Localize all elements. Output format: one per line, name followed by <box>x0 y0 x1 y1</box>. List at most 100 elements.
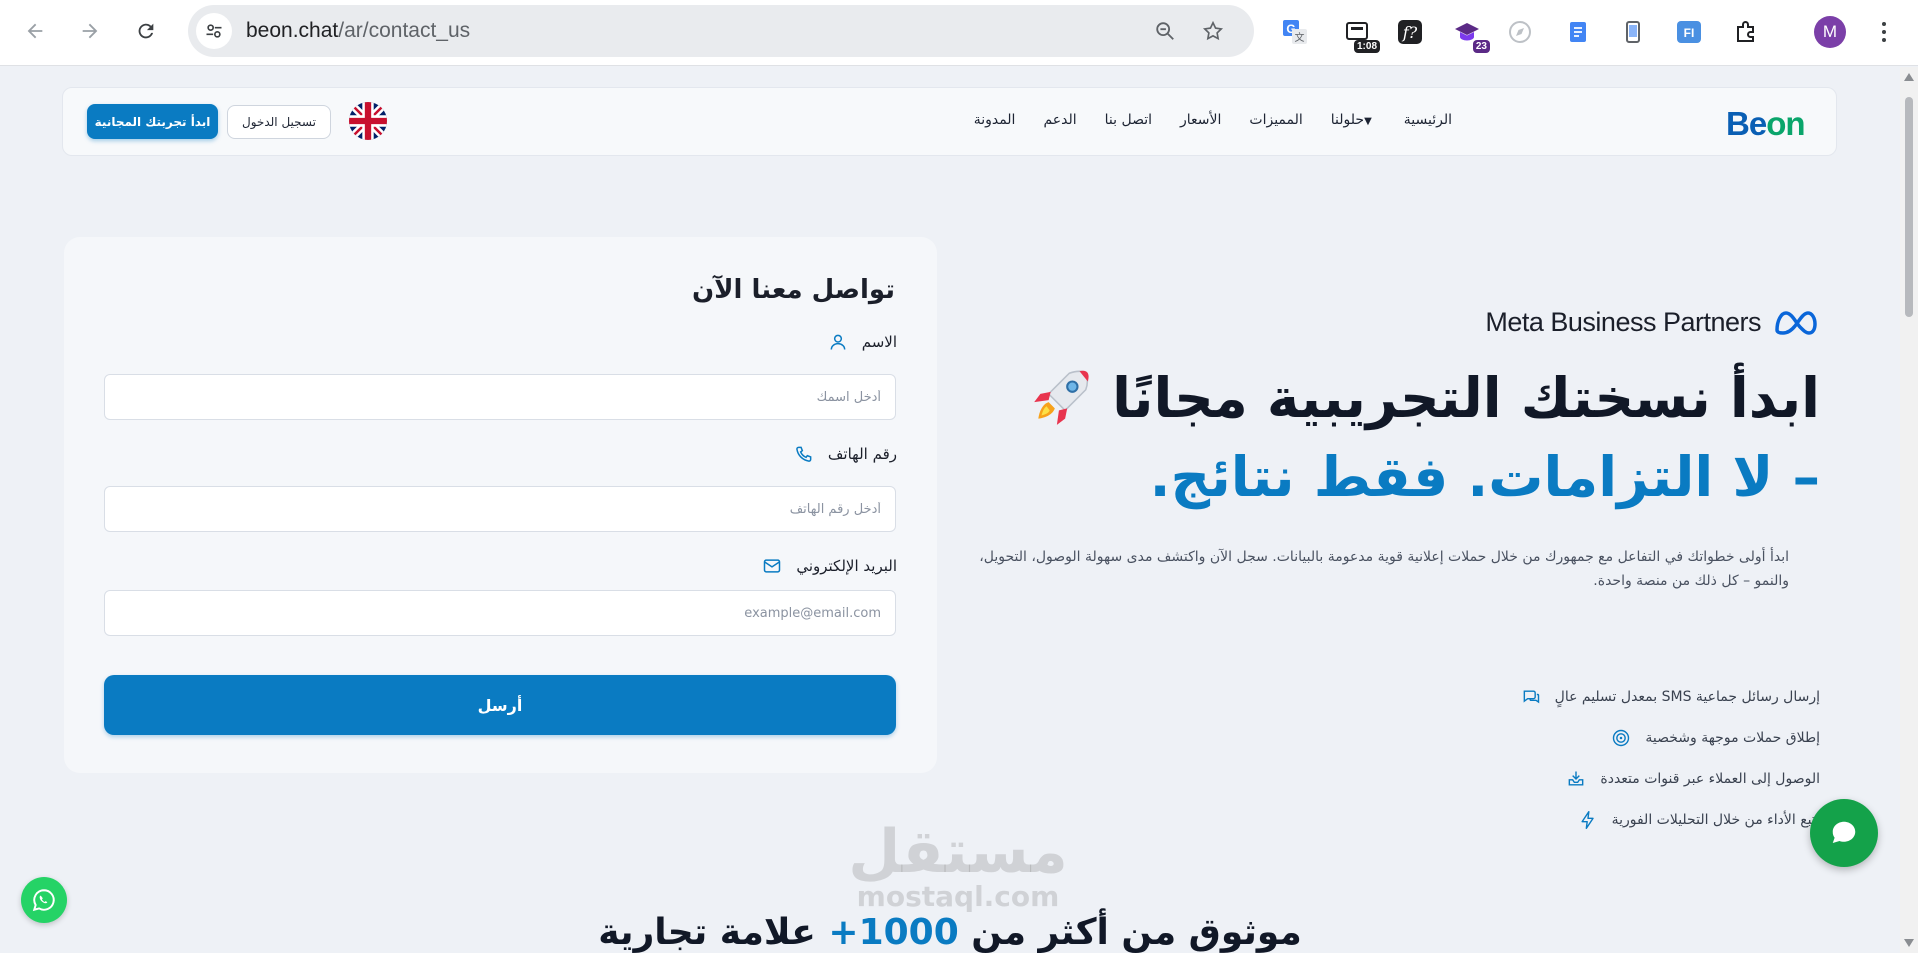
document-icon <box>1570 22 1586 42</box>
scroll-thumb[interactable] <box>1905 97 1913 317</box>
name-input[interactable] <box>104 374 896 420</box>
page-scrollbar[interactable] <box>1900 67 1918 953</box>
name-label-text: الاسم <box>861 333 897 351</box>
phone-label: رقم الهاتف <box>794 444 897 464</box>
graduation-badge: 23 <box>1472 40 1490 53</box>
nav-pricing[interactable]: الأسعار <box>1180 112 1221 128</box>
bookmark-star-icon[interactable] <box>1199 17 1227 45</box>
timer-badge: 1:08 <box>1353 40 1380 53</box>
logo-part-e: e <box>1748 105 1767 142</box>
extensions-button[interactable] <box>1729 15 1763 49</box>
feature-item: الوصول إلى العملاء عبر قنوات متعددة <box>1566 769 1820 789</box>
phone-icon <box>796 446 812 462</box>
device-extension[interactable] <box>1616 15 1650 49</box>
notes-extension[interactable] <box>1561 15 1595 49</box>
url-text[interactable]: beon.chat/ar/contact_us <box>246 19 470 43</box>
reload-button[interactable] <box>129 14 163 48</box>
timer-extension[interactable]: 1:08 <box>1340 15 1380 53</box>
arrow-left-icon <box>27 23 43 39</box>
compass-extension[interactable] <box>1503 15 1537 49</box>
nav-features[interactable]: المميزات <box>1249 112 1302 128</box>
phone-device-icon <box>1626 21 1640 43</box>
feature-item: تتبع الأداء من خلال التحليلات الفورية <box>1578 810 1820 830</box>
meta-partner-badge: Meta Business Partners <box>1485 307 1819 338</box>
form-title: تواصل معنا الآن <box>691 275 895 305</box>
feature-item: إرسال رسائل جماعية SMS بمعدل تسليم عالٍ <box>1521 687 1820 707</box>
watermark-latin: mostaql.com <box>856 880 1060 913</box>
logo-part-b: B <box>1726 105 1750 142</box>
chevron-down-icon: ▼ <box>1364 116 1372 127</box>
nav-solutions[interactable]: حلولنا▼ <box>1331 112 1376 128</box>
scroll-down-arrow[interactable] <box>1904 939 1914 947</box>
submit-button[interactable]: أرسل <box>104 675 896 735</box>
url-host: beon.chat <box>246 19 339 42</box>
hero-subtitle: – لا التزامات. فقط نتائج. <box>1149 445 1820 509</box>
name-label: الاسم <box>828 332 897 352</box>
scroll-up-arrow[interactable] <box>1904 73 1914 81</box>
hero-title: ابدأ نسختك التجريبية مجانًا <box>1028 365 1820 431</box>
nav-home[interactable]: الرئيسية <box>1404 112 1452 128</box>
target-icon <box>1613 729 1630 747</box>
logo-part-on: on <box>1766 105 1805 142</box>
free-trial-button[interactable]: ابدأ تجربتك المجانية <box>87 104 218 139</box>
url-path: /ar/contact_us <box>338 19 471 42</box>
fi-icon: FI <box>1677 21 1701 43</box>
user-icon <box>830 334 846 350</box>
mostaql-watermark: مستقل mostaql.com <box>838 822 1078 912</box>
hero-description: ابدأ أولى خطواتك في التفاعل مع جمهورك من… <box>979 549 1789 589</box>
graduation-extension[interactable]: 23 <box>1450 15 1490 53</box>
envelope-icon <box>764 559 781 573</box>
meta-partner-text: Meta Business Partners <box>1485 307 1761 337</box>
lightning-icon <box>1581 810 1594 830</box>
svg-text:文: 文 <box>1295 31 1305 44</box>
site-info-button[interactable] <box>196 13 232 49</box>
puzzle-icon <box>1737 21 1754 42</box>
live-chat-button[interactable] <box>1810 799 1878 867</box>
feature-label: إطلاق حملات موجهة وشخصية <box>1645 730 1820 746</box>
browser-toolbar: beon.chat/ar/contact_us G文 1:08 f? 23 FI… <box>0 0 1918 66</box>
profile-avatar[interactable]: M <box>1814 16 1846 48</box>
main-menu: الرئيسية حلولنا▼ المميزات الأسعار اتصل ب… <box>974 112 1452 128</box>
chat-bubble-icon <box>1832 821 1856 843</box>
watermark-arabic: مستقل <box>848 817 1068 887</box>
beon-logo[interactable]: Beon <box>1726 105 1806 143</box>
svg-text:FI: FI <box>1684 26 1695 40</box>
reload-icon <box>138 23 154 39</box>
fx-extension[interactable]: f? <box>1393 15 1427 49</box>
chat-bubbles-icon <box>1523 690 1539 704</box>
meta-logo-icon <box>1775 310 1817 335</box>
fi-extension[interactable]: FI <box>1672 15 1706 49</box>
address-bar[interactable]: beon.chat/ar/contact_us <box>188 5 1254 57</box>
forward-button[interactable] <box>73 14 107 48</box>
email-label: البريد الإلكتروني <box>762 556 897 576</box>
trust-suffix: علامة تجارية <box>598 912 829 953</box>
browser-menu-button[interactable] <box>1872 16 1896 48</box>
arrow-right-icon <box>82 23 98 39</box>
nav-support[interactable]: الدعم <box>1043 112 1076 128</box>
whatsapp-icon <box>32 889 55 912</box>
nav-contact[interactable]: اتصل بنا <box>1105 112 1152 128</box>
email-label-text: البريد الإلكتروني <box>796 557 897 575</box>
back-button[interactable] <box>18 14 52 48</box>
whatsapp-button[interactable] <box>21 877 67 923</box>
site-header: Beon الرئيسية حلولنا▼ المميزات الأسعار ا… <box>62 87 1837 156</box>
svg-text:f?: f? <box>1402 23 1418 42</box>
translate-icon: G文 <box>1283 20 1307 44</box>
phone-input[interactable] <box>104 486 896 532</box>
feature-label: إرسال رسائل جماعية SMS بمعدل تسليم عالٍ <box>1554 689 1820 705</box>
nav-solutions-label: حلولنا <box>1330 112 1365 128</box>
hero-title-text: ابدأ نسختك التجريبية مجانًا <box>1112 366 1820 430</box>
inbox-download-icon <box>1569 771 1584 786</box>
email-input[interactable] <box>104 590 896 636</box>
google-translate-extension[interactable]: G文 <box>1278 15 1312 49</box>
nav-blog[interactable]: المدونة <box>974 112 1016 128</box>
feature-item: إطلاق حملات موجهة وشخصية <box>1611 728 1820 748</box>
feature-label: تتبع الأداء من خلال التحليلات الفورية <box>1611 812 1820 828</box>
feature-label: الوصول إلى العملاء عبر قنوات متعددة <box>1600 771 1820 787</box>
function-icon: f? <box>1398 20 1422 44</box>
phone-label-text: رقم الهاتف <box>827 445 897 463</box>
uk-flag-icon[interactable] <box>349 102 387 140</box>
login-button[interactable]: تسجيل الدخول <box>227 105 331 139</box>
compass-icon <box>1509 21 1531 43</box>
zoom-icon[interactable] <box>1151 17 1179 45</box>
